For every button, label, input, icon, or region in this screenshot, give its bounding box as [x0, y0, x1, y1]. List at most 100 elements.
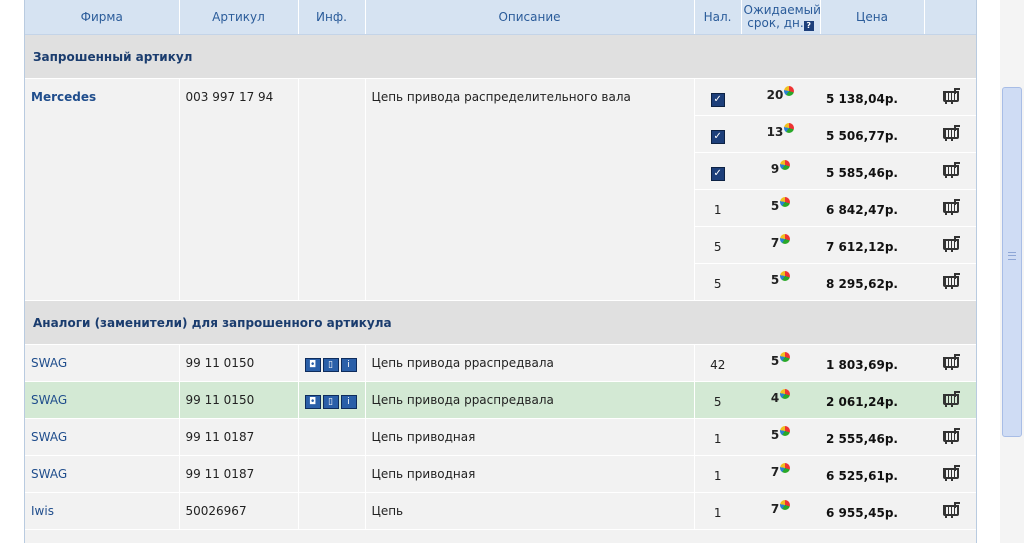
price-cell: 7 612,12р. — [820, 226, 924, 264]
cart-icon[interactable] — [942, 162, 960, 178]
cart-icon[interactable] — [942, 125, 960, 141]
firm-cell[interactable]: Iwis — [25, 492, 180, 530]
article-cell: 99 11 0150 — [179, 381, 299, 419]
cart-handle — [953, 354, 960, 360]
firm-cell[interactable]: SWAG — [25, 381, 180, 419]
section-analogs: Аналоги (заменители) для запрошенного ар… — [25, 300, 976, 345]
table-row[interactable]: Mercedes 003 997 17 94 Цепь привода распре… — [25, 78, 976, 301]
info-icon[interactable]: i — [340, 358, 357, 372]
pie-chart-icon[interactable] — [780, 463, 791, 473]
table-header: Фирма Артикул Инф. Описание Нал. Ожидаем… — [25, 0, 976, 35]
stock-cell: 1 — [694, 492, 741, 530]
cart-handle — [953, 465, 960, 471]
cart-icon[interactable] — [942, 428, 960, 444]
info-cell — [298, 455, 366, 493]
table-row[interactable]: Iwis 50026967 Цепь 1 7 6 955,45р. — [25, 492, 976, 530]
cart-handle — [953, 428, 960, 434]
eta-value: 5 — [770, 273, 780, 287]
description-cell: Цепь привода рраспредвала — [365, 344, 695, 382]
pie-chart-icon[interactable] — [784, 123, 795, 133]
price-cell: 2 555,46р. — [820, 418, 924, 456]
scrollbar-thumb[interactable] — [1002, 87, 1022, 437]
info-icon[interactable]: i — [340, 395, 357, 409]
info-cell — [298, 492, 366, 530]
cart-handle — [953, 88, 960, 94]
eta-value: 5 — [770, 428, 780, 442]
eta-cell: 5 — [741, 418, 820, 456]
cart-icon[interactable] — [942, 354, 960, 370]
price-cell: 5 506,77р. — [820, 115, 924, 153]
photo-icon[interactable]: ◘ — [304, 358, 321, 372]
column-eta[interactable]: Ожидаемый срок, дн.? — [741, 0, 821, 35]
table-body: Запрошенный артикул Mercedes 003 997 17 9… — [25, 34, 976, 530]
cart-handle — [953, 273, 960, 279]
cart-icon[interactable] — [942, 236, 960, 252]
price-cell: 8 295,62р. — [820, 263, 924, 301]
price-cell: 2 061,24р. — [820, 381, 924, 419]
photo-icon[interactable]: ◘ — [304, 395, 321, 409]
column-eta-line2: срок, дн. — [747, 15, 804, 30]
pie-chart-icon[interactable] — [780, 500, 791, 510]
section-requested: Запрошенный артикул — [25, 34, 976, 79]
cart-icon[interactable] — [942, 88, 960, 104]
table-row[interactable]: SWAG 99 11 0187 Цепь приводная 1 7 6 525,61р. — [25, 455, 976, 493]
stock-cell: 1 — [694, 455, 741, 493]
description-cell: Цепь привода распределительного вала — [365, 78, 695, 301]
price-cell: 6 842,47р. — [820, 189, 924, 227]
price-cell: 1 803,69р. — [820, 344, 924, 382]
cart-cell — [924, 381, 976, 419]
pie-chart-icon[interactable] — [780, 389, 791, 399]
pie-chart-icon[interactable] — [780, 352, 791, 362]
pie-chart-icon[interactable] — [780, 160, 791, 170]
pie-chart-icon[interactable] — [780, 234, 791, 244]
results-frame: Фирма Артикул Инф. Описание Нал. Ожидаем… — [24, 0, 977, 543]
table-row[interactable]: SWAG 99 11 0150 ◘ ▯ i Цепь привода рраспредва… — [25, 344, 976, 382]
document-icon[interactable]: ▯ — [322, 358, 339, 372]
cart-icon[interactable] — [942, 273, 960, 289]
cart-icon[interactable] — [942, 502, 960, 518]
pie-chart-icon[interactable] — [784, 86, 795, 96]
stock-cell: 1 — [694, 189, 741, 227]
cart-icon[interactable] — [942, 391, 960, 407]
help-icon[interactable]: ? — [803, 20, 814, 31]
firm-cell[interactable]: SWAG — [25, 418, 180, 456]
table-row[interactable]: SWAG 99 11 0150 ◘ ▯ i Цепь привода рраспредва… — [25, 381, 976, 419]
eta-cell: 9 — [741, 152, 820, 190]
eta-value: 4 — [770, 391, 780, 405]
cart-cell — [924, 115, 976, 153]
pie-chart-icon[interactable] — [780, 271, 791, 281]
vertical-scrollbar[interactable] — [1000, 0, 1024, 543]
pie-chart-icon[interactable] — [780, 197, 791, 207]
description-cell: Цепь приводная — [365, 455, 695, 493]
checkbox-checked-icon: ✓ — [710, 167, 725, 181]
cart-icon[interactable] — [942, 465, 960, 481]
firm-cell[interactable]: SWAG — [25, 455, 180, 493]
price-cell: 6 955,45р. — [820, 492, 924, 530]
firm-cell[interactable]: Mercedes — [25, 78, 180, 301]
eta-cell: 13 — [741, 115, 820, 153]
eta-cell: 5 — [741, 344, 820, 382]
cart-cell — [924, 263, 976, 301]
eta-cell: 5 — [741, 189, 820, 227]
column-price[interactable]: Цена — [820, 0, 925, 35]
stock-cell: ✓ — [694, 78, 741, 116]
cart-cell — [924, 455, 976, 493]
firm-cell[interactable]: SWAG — [25, 344, 180, 382]
stock-cell: 1 — [694, 418, 741, 456]
column-stock[interactable]: Нал. — [694, 0, 742, 35]
column-article[interactable]: Артикул — [179, 0, 299, 35]
table-row[interactable]: SWAG 99 11 0187 Цепь приводная 1 5 2 555,46р. — [25, 418, 976, 456]
section-requested-label: Запрошенный артикул — [25, 34, 976, 79]
eta-value: 20 — [766, 88, 784, 102]
document-icon[interactable]: ▯ — [322, 395, 339, 409]
column-description[interactable]: Описание — [365, 0, 695, 35]
cart-cell — [924, 152, 976, 190]
column-firm[interactable]: Фирма — [25, 0, 180, 35]
cart-handle — [953, 162, 960, 168]
info-cell: ◘ ▯ i — [298, 381, 366, 419]
stock-cell: 5 — [694, 226, 741, 264]
cart-icon[interactable] — [942, 199, 960, 215]
eta-cell: 7 — [741, 226, 820, 264]
cart-handle — [953, 125, 960, 131]
pie-chart-icon[interactable] — [780, 426, 791, 436]
